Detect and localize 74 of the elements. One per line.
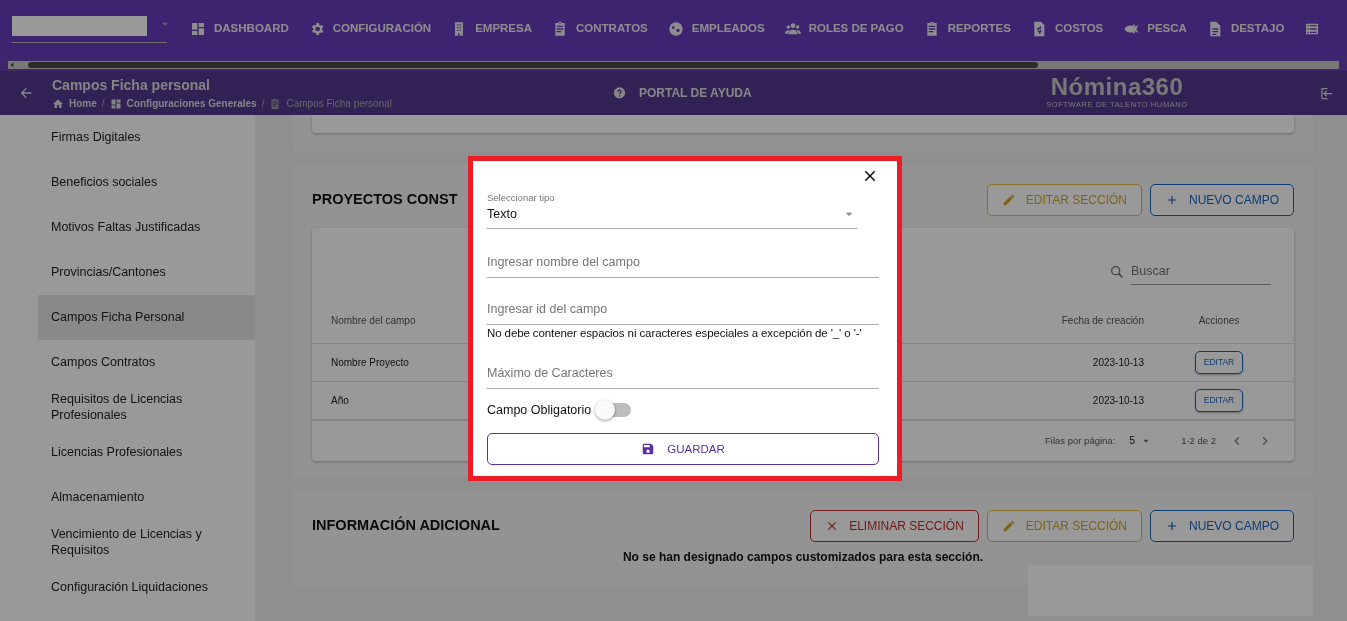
sidebar-item[interactable]: Campos Contratos xyxy=(38,340,255,385)
search-icon xyxy=(1109,264,1125,280)
table-cell-text: 2023-10-13 xyxy=(1091,394,1144,408)
arrow-left-icon xyxy=(8,60,16,69)
clipboard-icon xyxy=(552,21,568,37)
page-title: Campos Ficha personal xyxy=(52,76,211,95)
nav-item[interactable]: ROLES DE PAGO xyxy=(774,20,914,38)
sidebar-item[interactable]: Motivos Faltas Justificadas xyxy=(38,205,255,250)
rows-per-page-select[interactable]: 5 xyxy=(1129,433,1154,449)
clipboard-icon xyxy=(269,97,282,110)
nav-item[interactable]: PESCA xyxy=(1113,20,1197,38)
back-arrow-icon xyxy=(18,85,34,101)
nav-item[interactable]: DASHBOARD xyxy=(180,20,299,38)
sidebar-item[interactable]: Requisitos de Licencias Profesionales xyxy=(38,385,255,430)
rows-per-page-label: Filas por página: xyxy=(1045,433,1116,448)
breadcrumb-separator: / xyxy=(101,97,105,111)
people-icon xyxy=(784,21,801,37)
field-hint: No debe contener espacios ni caracteres especiales a excepción de '_' o '-' xyxy=(487,325,863,341)
sidebar-item[interactable]: Almacenamiento xyxy=(38,475,255,520)
nav-item[interactable]: CONTRATOS xyxy=(542,20,658,38)
sidebar-item[interactable]: Campos Ficha Personal xyxy=(38,295,255,340)
sidebar-item[interactable]: Vencimiento de Licencias y Requisitos xyxy=(38,520,255,565)
section-button[interactable]: EDITAR SECCIÓN xyxy=(986,510,1142,542)
sidebar-item[interactable]: Provincias/Cantones xyxy=(38,250,255,295)
search-field[interactable]: Buscar xyxy=(1131,259,1271,285)
column-header: Nombre del campo xyxy=(330,314,417,328)
table-cell-text: Nombre Proyecto xyxy=(330,356,410,370)
section-button[interactable]: NUEVO CAMPO xyxy=(1150,510,1294,542)
scrollbar[interactable] xyxy=(8,60,1339,69)
field-label: Seleccionar tipo xyxy=(487,191,556,205)
section-button[interactable]: EDITAR SECCIÓN xyxy=(986,184,1142,216)
section-title: INFORMACIÓN ADICIONAL xyxy=(312,515,500,536)
required-toggle[interactable] xyxy=(597,402,632,417)
edit-button[interactable]: EDITAR xyxy=(1194,351,1244,374)
table-cell-text: 2023-10-13 xyxy=(1091,356,1144,370)
table-cell-text: Año xyxy=(330,394,350,408)
section-title: PROYECTOS CONST xyxy=(312,190,458,210)
sidebar-item[interactable]: Configuración Liquidaciones xyxy=(38,565,255,610)
nav-item[interactable]: DESTAJO xyxy=(1196,20,1295,38)
logout-icon xyxy=(1320,85,1335,101)
column-header: Acciones xyxy=(1197,314,1241,328)
pencil-icon xyxy=(1001,519,1016,533)
fish-icon xyxy=(1123,21,1140,37)
dashboard-icon xyxy=(109,97,122,110)
logo: Nómina360 xyxy=(1049,75,1185,100)
section-button[interactable]: NUEVO CAMPO xyxy=(1150,184,1294,216)
nav-item[interactable]: REPORTES xyxy=(913,20,1021,38)
toggle-label: Campo Obligatorio xyxy=(487,401,592,419)
empty-message: No se han designado campos customizados para esta sección. xyxy=(621,549,985,566)
nav-item[interactable]: COSTOS xyxy=(1020,20,1114,38)
save-button[interactable]: GUARDAR xyxy=(487,433,879,466)
edit-button[interactable]: EDITAR xyxy=(1194,389,1244,412)
breadcrumb-separator: / xyxy=(261,97,265,111)
pencil-icon xyxy=(1001,193,1016,207)
sidebar-item[interactable]: Licencias Profesionales xyxy=(38,430,255,475)
sidebar-item[interactable]: Firmas Digitales xyxy=(38,115,255,160)
nav-item[interactable]: EMPLEADOS xyxy=(657,20,775,38)
nav-item[interactable]: EMPRESA xyxy=(441,20,542,38)
breadcrumb-link[interactable]: Configuraciones Generales xyxy=(126,96,257,111)
plus-icon xyxy=(1165,193,1179,207)
sidebar-item[interactable]: Beneficios sociales xyxy=(38,160,255,205)
home-icon xyxy=(52,97,64,110)
section-button[interactable]: ELIMINAR SECCIÓN xyxy=(810,510,979,542)
globe-icon xyxy=(667,21,684,37)
breadcrumb-link[interactable]: Home xyxy=(69,96,97,111)
help-icon xyxy=(612,85,627,101)
plus-icon xyxy=(1165,519,1179,533)
type-select[interactable]: Seleccionar tipo Texto xyxy=(487,191,857,229)
nav-item[interactable]: CONFIGURACIÓN xyxy=(298,20,442,38)
column-header: Fecha de creación xyxy=(1060,314,1144,328)
help-link[interactable]: PORTAL DE AYUDA xyxy=(612,84,1032,102)
pagination-range: 1-2 de 2 xyxy=(1181,433,1216,448)
list-icon xyxy=(1304,21,1321,37)
dashboard-icon xyxy=(190,21,206,37)
